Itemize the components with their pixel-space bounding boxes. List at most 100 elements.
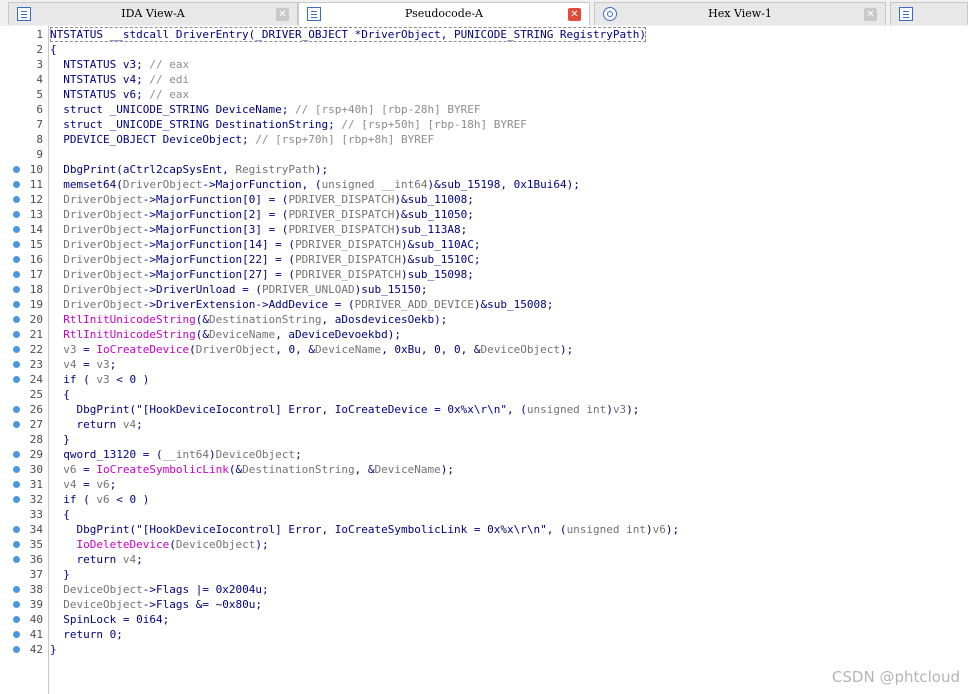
code-text[interactable]: DriverObject->MajorFunction[0] = (PDRIVE… [50,192,474,207]
code-text[interactable]: DbgPrint("[HookDeviceIocontrol] Error, I… [50,402,639,417]
code-line[interactable]: 41 return 0; [0,627,968,642]
code-line[interactable]: 12 DriverObject->MajorFunction[0] = (PDR… [0,192,968,207]
code-text[interactable]: if ( v6 < 0 ) [50,492,149,507]
breakpoint-dot-icon[interactable] [13,346,20,353]
code-line[interactable]: 6 struct _UNICODE_STRING DeviceName; // … [0,102,968,117]
code-line[interactable]: 8 PDEVICE_OBJECT DeviceObject; // [rsp+7… [0,132,968,147]
code-line[interactable]: 9 [0,147,968,162]
code-text[interactable]: v4 = v6; [50,477,116,492]
breakpoint-dot-icon[interactable] [13,286,20,293]
breakpoint-dot-icon[interactable] [13,211,20,218]
code-text[interactable]: v4 = v3; [50,357,116,372]
code-text[interactable]: { [50,387,70,402]
breakpoint-dot-icon[interactable] [13,421,20,428]
breakpoint-dot-icon[interactable] [13,466,20,473]
code-text[interactable]: { [50,42,57,57]
code-line[interactable]: 16 DriverObject->MajorFunction[22] = (PD… [0,252,968,267]
breakpoint-dot-icon[interactable] [13,496,20,503]
code-text[interactable]: return v4; [50,552,142,567]
pseudocode-editor[interactable]: 1 NTSTATUS __stdcall DriverEntry(_DRIVER_… [0,26,968,694]
breakpoint-dot-icon[interactable] [13,616,20,623]
code-text[interactable]: NTSTATUS v6; // eax [50,87,189,102]
code-line[interactable]: 11 memset64(DriverObject->MajorFunction,… [0,177,968,192]
code-text[interactable]: struct _UNICODE_STRING DeviceName; // [r… [50,102,480,117]
breakpoint-dot-icon[interactable] [13,631,20,638]
code-line[interactable]: 14 DriverObject->MajorFunction[3] = (PDR… [0,222,968,237]
code-text[interactable]: DriverObject->MajorFunction[14] = (PDRIV… [50,237,480,252]
code-line[interactable]: 7 struct _UNICODE_STRING DestinationStri… [0,117,968,132]
breakpoint-dot-icon[interactable] [13,271,20,278]
code-line[interactable]: 42} [0,642,968,657]
breakpoint-dot-icon[interactable] [13,301,20,308]
code-line[interactable]: 33 { [0,507,968,522]
code-text[interactable]: SpinLock = 0i64; [50,612,169,627]
code-line[interactable]: 36 return v4; [0,552,968,567]
breakpoint-dot-icon[interactable] [13,256,20,263]
breakpoint-dot-icon[interactable] [13,181,20,188]
code-line[interactable]: 22 v3 = IoCreateDevice(DriverObject, 0, … [0,342,968,357]
code-line[interactable]: 25 { [0,387,968,402]
code-line[interactable]: 5 NTSTATUS v6; // eax [0,87,968,102]
code-text[interactable]: DbgPrint("[HookDeviceIocontrol] Error, I… [50,522,679,537]
code-line[interactable]: 30 v6 = IoCreateSymbolicLink(&Destinatio… [0,462,968,477]
breakpoint-dot-icon[interactable] [13,316,20,323]
code-text[interactable]: } [50,642,57,657]
code-line[interactable]: 3 NTSTATUS v3; // eax [0,57,968,72]
code-text[interactable]: NTSTATUS v4; // edi [50,72,189,87]
code-text[interactable]: DriverObject->MajorFunction[3] = (PDRIVE… [50,222,467,237]
code-line[interactable]: 1 NTSTATUS __stdcall DriverEntry(_DRIVER_… [0,27,968,42]
tab-pseudocode[interactable]: Pseudocode-A ✕ [298,2,590,26]
code-text[interactable]: v3 = IoCreateDevice(DriverObject, 0, &De… [50,342,573,357]
code-text[interactable]: qword_13120 = (__int64)DeviceObject; [50,447,301,462]
breakpoint-dot-icon[interactable] [13,406,20,413]
code-line[interactable]: 23 v4 = v3; [0,357,968,372]
code-line[interactable]: 4 NTSTATUS v4; // edi [0,72,968,87]
code-text[interactable]: DriverObject->DriverUnload = (PDRIVER_UN… [50,282,427,297]
breakpoint-dot-icon[interactable] [13,601,20,608]
code-line[interactable]: 18 DriverObject->DriverUnload = (PDRIVER… [0,282,968,297]
code-text[interactable]: if ( v3 < 0 ) [50,372,149,387]
code-line[interactable]: 31 v4 = v6; [0,477,968,492]
code-text[interactable]: } [50,567,70,582]
code-line[interactable]: 40 SpinLock = 0i64; [0,612,968,627]
code-line[interactable]: 29 qword_13120 = (__int64)DeviceObject; [0,447,968,462]
code-text[interactable]: v6 = IoCreateSymbolicLink(&DestinationSt… [50,462,454,477]
tab-hex-view[interactable]: Hex View-1 ✕ [594,2,886,25]
breakpoint-dot-icon[interactable] [13,451,20,458]
breakpoint-dot-icon[interactable] [13,586,20,593]
code-text[interactable]: DeviceObject->Flags |= 0x2004u; [50,582,268,597]
code-line[interactable]: 19 DriverObject->DriverExtension->AddDev… [0,297,968,312]
breakpoint-dot-icon[interactable] [13,556,20,563]
code-line[interactable]: 24 if ( v3 < 0 ) [0,372,968,387]
code-text[interactable]: } [50,432,70,447]
code-text[interactable]: PDEVICE_OBJECT DeviceObject; // [rsp+70h… [50,132,434,147]
breakpoint-dot-icon[interactable] [13,526,20,533]
code-text[interactable]: NTSTATUS __stdcall DriverEntry(_DRIVER_O… [50,27,647,42]
code-text[interactable]: DriverObject->MajorFunction[2] = (PDRIVE… [50,207,474,222]
close-icon[interactable]: ✕ [276,8,289,21]
code-text[interactable]: RtlInitUnicodeString(&DestinationString,… [50,312,447,327]
code-text[interactable]: RtlInitUnicodeString(&DeviceName, aDevic… [50,327,401,342]
breakpoint-dot-icon[interactable] [13,376,20,383]
code-text[interactable]: DriverObject->MajorFunction[27] = (PDRIV… [50,267,474,282]
code-line[interactable]: 34 DbgPrint("[HookDeviceIocontrol] Error… [0,522,968,537]
breakpoint-dot-icon[interactable] [13,361,20,368]
breakpoint-dot-icon[interactable] [13,166,20,173]
code-line[interactable]: 2{ [0,42,968,57]
breakpoint-dot-icon[interactable] [13,481,20,488]
tab-structures[interactable] [890,2,968,25]
code-text[interactable]: { [50,507,70,522]
code-text[interactable]: return 0; [50,627,123,642]
code-line[interactable]: 20 RtlInitUnicodeString(&DestinationStri… [0,312,968,327]
code-line[interactable]: 21 RtlInitUnicodeString(&DeviceName, aDe… [0,327,968,342]
code-line[interactable]: 35 IoDeleteDevice(DeviceObject); [0,537,968,552]
code-line[interactable]: 37 } [0,567,968,582]
code-text[interactable]: struct _UNICODE_STRING DestinationString… [50,117,527,132]
code-line[interactable]: 32 if ( v6 < 0 ) [0,492,968,507]
code-line[interactable]: 28 } [0,432,968,447]
breakpoint-dot-icon[interactable] [13,331,20,338]
tab-ida-view[interactable]: IDA View-A ✕ [8,2,298,25]
code-text[interactable]: DeviceObject->Flags &= ~0x80u; [50,597,262,612]
code-line[interactable]: 38 DeviceObject->Flags |= 0x2004u; [0,582,968,597]
breakpoint-dot-icon[interactable] [13,241,20,248]
